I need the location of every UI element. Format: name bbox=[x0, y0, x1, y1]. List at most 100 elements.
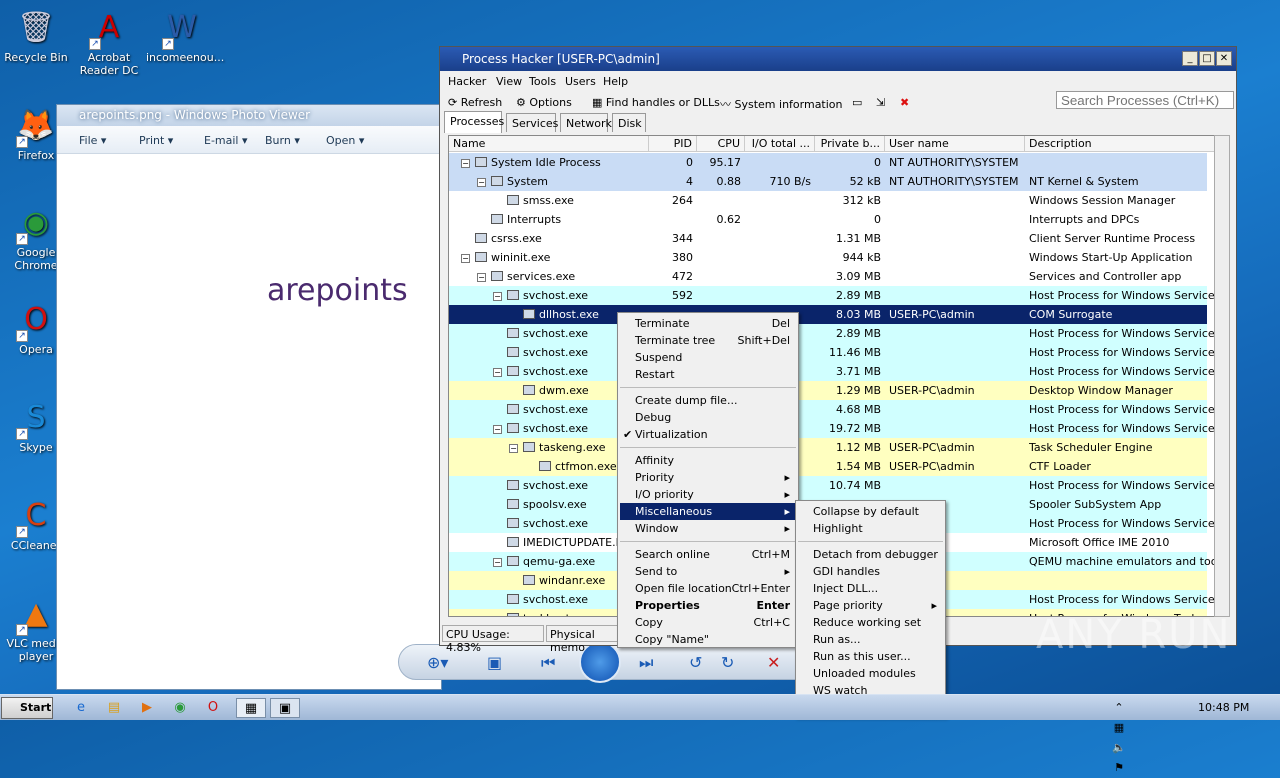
column-header[interactable]: I/O total ... bbox=[745, 136, 815, 152]
minimize-button[interactable]: _ bbox=[1182, 51, 1198, 66]
column-header[interactable]: Private b... bbox=[815, 136, 885, 152]
menu-item[interactable]: Copy "Name" bbox=[620, 631, 796, 648]
vertical-scrollbar[interactable] bbox=[1214, 135, 1230, 617]
zoom-icon[interactable]: ⊕▾ bbox=[427, 653, 448, 672]
menu-hacker[interactable]: Hacker bbox=[448, 75, 486, 88]
options-button[interactable]: ⚙ Options bbox=[516, 96, 572, 109]
rotate-right-icon[interactable]: ↻ bbox=[721, 653, 734, 672]
ie-icon[interactable]: e bbox=[70, 698, 92, 718]
process-row[interactable]: − wininit.exe 380 944 kB Windows Start-Up Ap… bbox=[449, 248, 1207, 267]
tab-disk[interactable]: Disk bbox=[612, 113, 646, 132]
menu-item[interactable]: Properties Enter bbox=[620, 597, 796, 614]
process-row[interactable]: − System 4 0.88 710 B/s 52 kB NT AUTHORITY\SYS… bbox=[449, 172, 1207, 191]
process-row[interactable]: svchost.exe 4.68 MB Host Process for Windo… bbox=[449, 400, 1219, 419]
viewer-menu-burn[interactable]: Burn ▾ bbox=[265, 134, 300, 147]
menu-item[interactable]: Affinity bbox=[620, 452, 796, 469]
viewer-menu-file[interactable]: File ▾ bbox=[79, 134, 106, 147]
process-row[interactable]: dllhost.exe 8.03 MB USER-PC\admin COM Surro… bbox=[449, 305, 1207, 324]
collapse-icon[interactable]: − bbox=[477, 273, 486, 282]
fit-icon[interactable]: ▣ bbox=[487, 653, 502, 672]
find-window-icon[interactable]: ⇲ bbox=[876, 96, 885, 109]
process-row[interactable]: svchost.exe 2.89 MB Host Process for Windo… bbox=[449, 324, 1219, 343]
media-player-icon[interactable]: ▶ bbox=[136, 698, 158, 718]
process-row[interactable]: svchost.exe 10.74 MB Host Process for Wind… bbox=[449, 476, 1219, 495]
menu-item[interactable]: Reduce working set bbox=[798, 614, 943, 631]
menu-help[interactable]: Help bbox=[603, 75, 628, 88]
collapse-icon[interactable]: − bbox=[509, 444, 518, 453]
photo-viewer-window[interactable]: arepoints.png - Windows Photo Viewer Fil… bbox=[56, 104, 442, 690]
menu-users[interactable]: Users bbox=[565, 75, 596, 88]
chrome-icon[interactable]: ◉ bbox=[169, 698, 191, 718]
menu-tools[interactable]: Tools bbox=[529, 75, 556, 88]
viewer-menu-open[interactable]: Open ▾ bbox=[326, 134, 364, 147]
menu-item[interactable]: Run as... bbox=[798, 631, 943, 648]
photo-viewer-task[interactable]: ▣ bbox=[270, 698, 300, 718]
menu-item[interactable]: Send to ▸ bbox=[620, 563, 796, 580]
collapse-icon[interactable]: − bbox=[493, 425, 502, 434]
find-handles-button[interactable]: ▦ Find handles or DLLs bbox=[592, 96, 720, 109]
menu-item[interactable]: Search online Ctrl+M bbox=[620, 546, 796, 563]
column-header[interactable]: CPU bbox=[697, 136, 745, 152]
explorer-icon[interactable]: ▤ bbox=[103, 698, 125, 718]
process-row[interactable]: svchost.exe 11.46 MB Host Process for Wind… bbox=[449, 343, 1219, 362]
menu-item[interactable]: Priority ▸ bbox=[620, 469, 796, 486]
process-row[interactable]: smss.exe 264 312 kB Windows Session Manager bbox=[449, 191, 1207, 210]
process-row[interactable]: − services.exe 472 3.09 MB Services and Cont… bbox=[449, 267, 1207, 286]
menu-item[interactable]: GDI handles bbox=[798, 563, 943, 580]
viewer-menu-print[interactable]: Print ▾ bbox=[139, 134, 173, 147]
menu-item[interactable]: Miscellaneous ▸ bbox=[620, 503, 796, 520]
column-header[interactable]: Name bbox=[449, 136, 649, 152]
desktop-icon[interactable]: A ↗ Acrobat Reader DC bbox=[73, 8, 145, 77]
tab-network[interactable]: Network bbox=[560, 113, 612, 132]
collapse-icon[interactable]: − bbox=[477, 178, 486, 187]
process-hacker-task[interactable]: ▦ bbox=[236, 698, 266, 718]
maximize-button[interactable]: □ bbox=[1199, 51, 1215, 66]
tab-processes[interactable]: Processes bbox=[444, 111, 504, 133]
viewer-menu-e-mail[interactable]: E-mail ▾ bbox=[204, 134, 248, 147]
collapse-icon[interactable]: − bbox=[461, 254, 470, 263]
menu-item[interactable]: I/O priority ▸ bbox=[620, 486, 796, 503]
menu-item[interactable]: Virtualization ✔ bbox=[620, 426, 796, 443]
column-header[interactable]: PID bbox=[649, 136, 697, 152]
process-row[interactable]: csrss.exe 344 1.31 MB Client Server Runtime… bbox=[449, 229, 1207, 248]
next-icon[interactable]: ⏭ bbox=[639, 653, 653, 673]
process-row[interactable]: − svchost.exe 3.71 MB Host Process for Wind… bbox=[449, 362, 1219, 381]
refresh-button[interactable]: ⟳ Refresh bbox=[448, 96, 502, 109]
menu-item[interactable]: Collapse by default bbox=[798, 503, 943, 520]
system-information-button[interactable]: 〰 System information bbox=[720, 96, 843, 112]
collapse-icon[interactable]: − bbox=[461, 159, 470, 168]
close-button[interactable]: ✕ bbox=[1216, 51, 1232, 66]
menu-item[interactable]: Copy Ctrl+C bbox=[620, 614, 796, 631]
window-icon[interactable]: ▭ bbox=[852, 96, 862, 109]
previous-icon[interactable]: ⏮ bbox=[541, 653, 555, 673]
menu-item[interactable]: Page priority ▸ bbox=[798, 597, 943, 614]
terminate-icon[interactable]: ✖ bbox=[900, 96, 909, 109]
process-row[interactable]: Interrupts 0.62 0 Interrupts and DPCs bbox=[449, 210, 1207, 229]
process-row[interactable]: − svchost.exe 19.72 MB Host Process for Win… bbox=[449, 419, 1219, 438]
menu-item[interactable]: Terminate Del bbox=[620, 315, 796, 332]
tab-services[interactable]: Services bbox=[506, 113, 558, 132]
collapse-icon[interactable]: − bbox=[493, 558, 502, 567]
menu-item[interactable]: Unloaded modules bbox=[798, 665, 943, 682]
process-row[interactable]: − taskeng.exe 1.12 MB USER-PC\admin Task Sch… bbox=[449, 438, 1207, 457]
collapse-icon[interactable]: − bbox=[493, 292, 502, 301]
collapse-icon[interactable]: − bbox=[493, 368, 502, 377]
column-header[interactable]: User name bbox=[885, 136, 1025, 152]
menu-item[interactable]: Create dump file... bbox=[620, 392, 796, 409]
search-input[interactable] bbox=[1056, 91, 1234, 109]
menu-item[interactable]: Debug bbox=[620, 409, 796, 426]
menu-item[interactable]: Open file location Ctrl+Enter bbox=[620, 580, 796, 597]
menu-item[interactable]: Detach from debugger bbox=[798, 546, 943, 563]
process-row[interactable]: ctfmon.exe 1.54 MB USER-PC\admin CTF Loader bbox=[449, 457, 1207, 476]
column-header[interactable]: Description bbox=[1025, 136, 1221, 152]
rotate-left-icon[interactable]: ↺ bbox=[689, 653, 702, 672]
desktop-icon[interactable]: W ↗ incomeenou... bbox=[146, 8, 224, 64]
menu-item[interactable]: Highlight bbox=[798, 520, 943, 537]
tray-icons[interactable]: ⌃ ▦ 🔈 ⚑ bbox=[1108, 698, 1130, 774]
start-button[interactable]: Start bbox=[1, 697, 53, 719]
menu-item[interactable]: Restart bbox=[620, 366, 796, 383]
opera-icon[interactable]: O bbox=[202, 698, 224, 718]
menu-item[interactable]: Window ▸ bbox=[620, 520, 796, 537]
menu-item[interactable]: Terminate tree Shift+Del bbox=[620, 332, 796, 349]
delete-icon[interactable]: ✕ bbox=[767, 653, 780, 672]
